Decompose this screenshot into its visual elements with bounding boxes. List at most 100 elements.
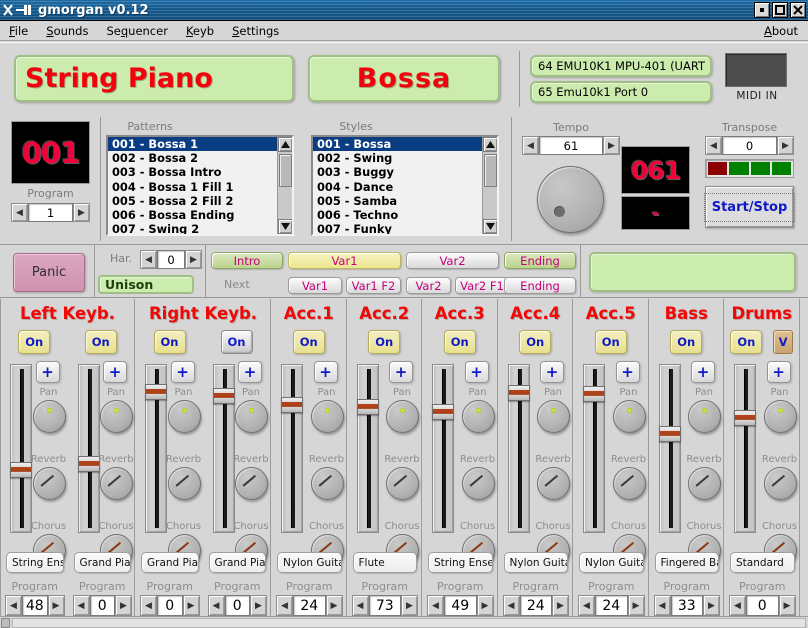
window-menu-icon[interactable] <box>3 3 37 18</box>
minimize-button[interactable] <box>754 2 770 18</box>
reverb-knob[interactable] <box>537 467 570 500</box>
program-value[interactable]: 0 <box>225 595 251 616</box>
pattern-item[interactable]: 001 - Bossa 1 <box>108 137 277 151</box>
volume-slider[interactable] <box>508 364 530 533</box>
reverb-knob[interactable] <box>764 467 797 500</box>
menu-sounds[interactable]: Sounds <box>37 22 97 40</box>
horizontal-scrollbar[interactable] <box>0 616 808 628</box>
expand-channel-button[interactable]: + <box>36 361 60 383</box>
next-var2-button[interactable]: Var2 <box>406 277 451 294</box>
pattern-item[interactable]: 003 - Bossa Intro <box>108 165 277 179</box>
program-value[interactable]: 24 <box>293 595 326 616</box>
channel-on-button[interactable]: On <box>221 330 253 354</box>
style-item[interactable]: 005 - Samba <box>313 194 482 208</box>
program-spinner[interactable]: ◀24▶ <box>276 595 343 616</box>
expand-channel-button[interactable]: + <box>314 361 338 383</box>
intro-button[interactable]: Intro <box>211 252 283 269</box>
tempo-knob[interactable] <box>537 166 604 233</box>
pan-knob[interactable] <box>386 400 419 433</box>
program-value[interactable]: 24 <box>520 595 553 616</box>
patterns-scroll-down-icon[interactable] <box>278 219 293 234</box>
program-increment-button[interactable]: ▶ <box>477 595 494 616</box>
styles-scrollbar[interactable] <box>482 137 497 234</box>
expand-channel-button[interactable]: + <box>103 361 127 383</box>
program-decrement-button[interactable]: ◀ <box>654 595 671 616</box>
instrument-name-button[interactable]: Standard <box>730 552 795 573</box>
transpose-spinner[interactable]: ◀ 0 ▶ <box>705 136 794 155</box>
tempo-value[interactable]: 61 <box>539 136 603 155</box>
reverb-knob[interactable] <box>33 467 66 500</box>
hscroll-trough[interactable] <box>12 618 806 628</box>
program-increment-button[interactable]: ▶ <box>48 595 65 616</box>
program-increment-button[interactable]: ▶ <box>401 595 418 616</box>
program-increment-button[interactable]: ▶ <box>552 595 569 616</box>
channel-on-button[interactable]: On <box>154 330 186 354</box>
program-spinner[interactable]: ◀33▶ <box>654 595 721 616</box>
instrument-name-button[interactable]: String Ensen <box>6 552 64 573</box>
pan-knob[interactable] <box>168 400 201 433</box>
next-var2f1-button[interactable]: Var2 F1 <box>455 277 509 294</box>
menu-sequencer[interactable]: Sequencer <box>97 22 176 40</box>
harmony-increment-button[interactable]: ▶ <box>185 250 202 269</box>
pattern-item[interactable]: 002 - Bossa 2 <box>108 151 277 165</box>
harmony-spinner[interactable]: ◀ 0 ▶ <box>140 250 202 269</box>
volume-slider[interactable] <box>583 364 605 533</box>
program-value[interactable]: 49 <box>444 595 477 616</box>
close-button[interactable] <box>790 2 806 18</box>
pan-knob[interactable] <box>688 400 721 433</box>
pan-knob[interactable] <box>764 400 797 433</box>
tempo-spinner[interactable]: ◀ 61 ▶ <box>522 136 620 155</box>
var1-button[interactable]: Var1 <box>288 252 401 269</box>
program-spinner[interactable]: ◀0▶ <box>73 595 133 616</box>
next-ending-button[interactable]: Ending <box>504 277 576 294</box>
instrument-name-button[interactable]: Nylon Guitar <box>504 552 569 573</box>
channel-on-button[interactable]: On <box>85 330 117 354</box>
hscroll-thumb[interactable] <box>1 618 10 628</box>
volume-slider-thumb[interactable] <box>432 404 454 420</box>
pan-knob[interactable] <box>100 400 133 433</box>
ending-button[interactable]: Ending <box>504 252 576 269</box>
program-spinner[interactable]: ◀0▶ <box>208 595 268 616</box>
transpose-increment-button[interactable]: ▶ <box>777 136 794 155</box>
channel-on-button[interactable]: On <box>444 330 476 354</box>
channel-on-button[interactable]: On <box>670 330 702 354</box>
program-increment-button[interactable]: ▶ <box>115 595 132 616</box>
style-item[interactable]: 003 - Buggy <box>313 165 482 179</box>
program-value[interactable]: 0 <box>90 595 116 616</box>
program-value[interactable]: 0 <box>157 595 183 616</box>
menu-about[interactable]: About <box>755 22 808 40</box>
program-decrement-button[interactable]: ◀ <box>276 595 293 616</box>
transpose-decrement-button[interactable]: ◀ <box>705 136 722 155</box>
program-decrement-button[interactable]: ◀ <box>578 595 595 616</box>
pan-knob[interactable] <box>33 400 66 433</box>
reverb-knob[interactable] <box>168 467 201 500</box>
style-item[interactable]: 001 - Bossa <box>313 137 482 151</box>
styles-listbox[interactable]: 001 - Bossa002 - Swing003 - Buggy004 - D… <box>311 135 499 236</box>
program-spinner[interactable]: ◀0▶ <box>140 595 200 616</box>
reverb-knob[interactable] <box>235 467 268 500</box>
channel-on-button[interactable]: On <box>730 330 762 354</box>
program-decrement-button[interactable]: ◀ <box>352 595 369 616</box>
instrument-name-button[interactable]: Nylon Guitar <box>277 552 342 573</box>
volume-slider-thumb[interactable] <box>734 410 756 426</box>
volume-slider[interactable] <box>734 364 756 533</box>
channel-on-button[interactable]: On <box>368 330 400 354</box>
midi-port-1[interactable]: 64 EMU10K1 MPU-401 (UART <box>530 55 712 77</box>
instrument-name-button[interactable]: String Ensemi <box>428 552 493 573</box>
program-value[interactable]: 48 <box>22 595 48 616</box>
expand-channel-button[interactable]: + <box>389 361 413 383</box>
pan-knob[interactable] <box>235 400 268 433</box>
style-item[interactable]: 004 - Dance <box>313 180 482 194</box>
program-increment-button[interactable]: ▶ <box>183 595 200 616</box>
styles-scroll-up-icon[interactable] <box>483 137 498 152</box>
pan-knob[interactable] <box>311 400 344 433</box>
harmony-value[interactable]: 0 <box>157 250 185 269</box>
program-increment-button[interactable]: ▶ <box>250 595 267 616</box>
program-decrement-button[interactable]: ◀ <box>729 595 746 616</box>
volume-slider-thumb[interactable] <box>583 386 605 402</box>
style-item[interactable]: 006 - Techno <box>313 208 482 222</box>
reverb-knob[interactable] <box>311 467 344 500</box>
pattern-item[interactable]: 007 - Swing 2 <box>108 222 277 234</box>
pattern-item[interactable]: 005 - Bossa 2 Fill 2 <box>108 194 277 208</box>
instrument-name-button[interactable]: Grand Piano <box>209 552 267 573</box>
